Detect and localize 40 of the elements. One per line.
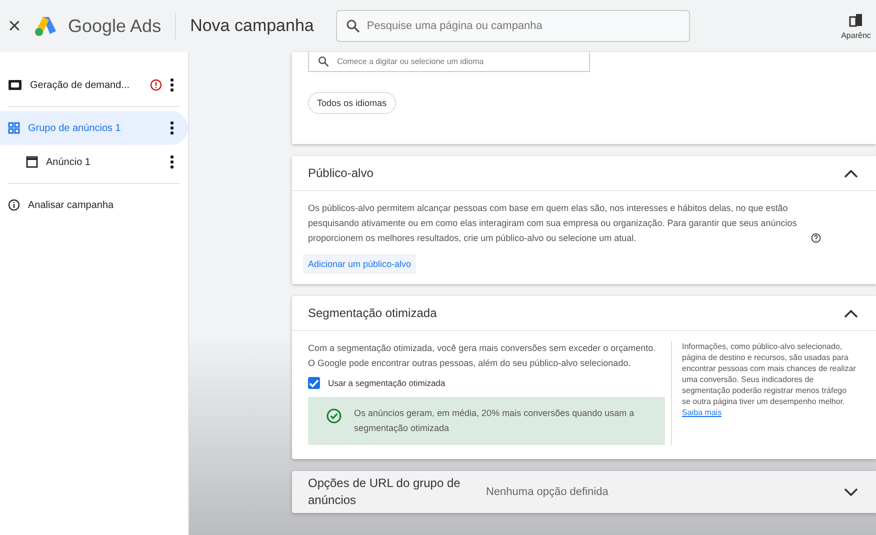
section-title: Público-alvo bbox=[308, 166, 374, 180]
chevron-icon[interactable] bbox=[844, 168, 858, 178]
search-icon bbox=[318, 56, 329, 67]
checkbox-label[interactable]: Usar a segmentação otimizada bbox=[328, 378, 446, 388]
checkbox[interactable] bbox=[308, 377, 320, 389]
sidebar-item[interactable]: Geração de demand... bbox=[0, 68, 188, 102]
product-name: Google Ads bbox=[68, 16, 162, 36]
sidebar-item[interactable]: Analisar campanha bbox=[0, 188, 188, 222]
more-icon[interactable] bbox=[170, 155, 174, 169]
grid-icon bbox=[8, 122, 20, 134]
audience-description: Os públicos-alvo permitem alcançar pessoas com base em quem elas são, nos interesses e hábitos delas, no que estão pesquisando ativamente ou em como elas interagiram com sua empresa ou organização. Para garantir que seus anúncios proporcionem os melhores resultados, crie um público-alvo ou selecione um atual. bbox=[308, 202, 798, 245]
logo-icon bbox=[34, 15, 58, 37]
page-title: Nova campanha bbox=[190, 16, 314, 36]
add-audience-button[interactable]: Adicionar um público-alvo bbox=[303, 254, 416, 274]
chevron-icon[interactable] bbox=[844, 308, 858, 318]
sidebar-item[interactable]: Anúncio 1 bbox=[0, 145, 188, 179]
sidebar-item[interactable]: Grupo de anúncios 1 bbox=[0, 111, 188, 145]
url-options-card[interactable]: Opções de URL do grupo de anúncios Nenhuma opção definida bbox=[292, 471, 876, 513]
appearance-label[interactable]: Aparênc bbox=[841, 30, 871, 40]
appearance-icon[interactable] bbox=[849, 12, 863, 26]
window-icon bbox=[26, 156, 38, 168]
search-icon bbox=[346, 19, 360, 33]
language-chip[interactable]: Todos os idiomas bbox=[308, 92, 396, 114]
section-title: Segmentação otimizada bbox=[308, 306, 437, 320]
section-title: Opções de URL do grupo de anúncios bbox=[308, 475, 462, 509]
more-icon[interactable] bbox=[170, 121, 174, 135]
info-icon bbox=[8, 199, 20, 211]
language-search-field[interactable]: Comece a digitar ou selecione um idioma bbox=[308, 52, 590, 72]
section-value: Nenhuma opção definida bbox=[486, 486, 610, 498]
chevron-icon[interactable] bbox=[844, 488, 858, 496]
close-button[interactable]: × bbox=[8, 13, 24, 39]
search-field[interactable]: Pesquise uma página ou campanha bbox=[336, 10, 690, 42]
help-icon[interactable] bbox=[811, 233, 821, 243]
banner-text: Os anúncios geram, em média, 20% mais conversões quando usam a segmentação otimizada bbox=[354, 407, 636, 435]
more-icon[interactable] bbox=[170, 78, 174, 92]
display-icon bbox=[8, 79, 22, 91]
side-note: Informações, como público-alvo selecionado, página de destino e recursos, são usadas para encontrar pessoas com mais chances de realizar uma conversão. Seus indicadores de segmentação poderão registrar menos tráfego se outra página tiver um desempenho melhor. Saiba mais bbox=[681, 341, 857, 419]
check-circle-icon bbox=[326, 408, 342, 424]
learn-more-link[interactable]: Saiba mais bbox=[682, 408, 722, 417]
optimized-description: Com a segmentação otimizada, você gera mais conversões sem exceder o orçamento. O Google pode encontrar outras pessoas, além do seu público-alvo selecionado. bbox=[308, 342, 657, 370]
